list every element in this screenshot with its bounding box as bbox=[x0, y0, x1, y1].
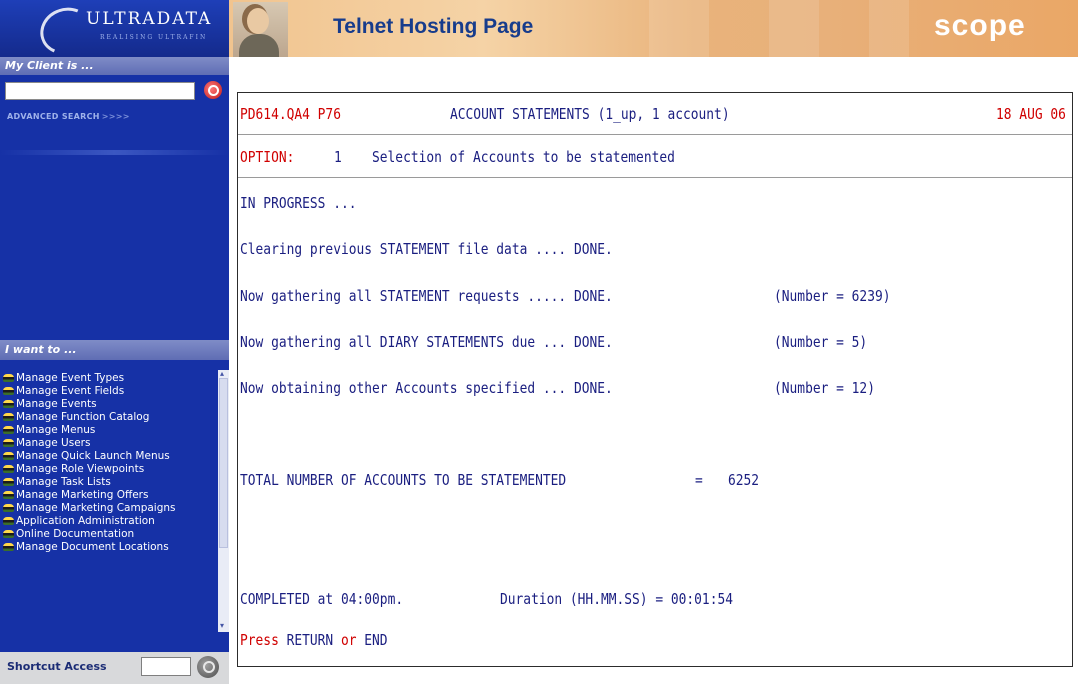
press-return-prompt[interactable]: Press RETURN or END bbox=[240, 631, 388, 649]
shortcut-input[interactable] bbox=[141, 657, 191, 676]
step-clearing: Clearing previous STATEMENT file data ..… bbox=[240, 240, 613, 258]
menu-item-manage-marketing-offers[interactable]: Manage Marketing Offers bbox=[0, 490, 218, 500]
or-word: or bbox=[340, 631, 357, 649]
press-word: Press bbox=[240, 631, 279, 649]
menu-item-manage-document-locations[interactable]: Manage Document Locations bbox=[0, 542, 218, 552]
diary-statements-count: (Number = 5) bbox=[774, 333, 868, 351]
logo-tagline: REALISING ULTRAFIN bbox=[100, 34, 208, 41]
hat-icon bbox=[3, 478, 14, 486]
banner-stripe bbox=[869, 0, 909, 57]
hat-icon bbox=[3, 400, 14, 408]
scroll-up-icon[interactable]: ▴ bbox=[220, 370, 227, 378]
menu-item-label: Manage Marketing Campaigns bbox=[16, 502, 176, 514]
menu-item-manage-event-fields[interactable]: Manage Event Fields bbox=[0, 386, 218, 396]
hat-icon bbox=[3, 387, 14, 395]
avatar bbox=[233, 2, 288, 57]
menu-item-label: Manage Role Viewpoints bbox=[16, 463, 145, 475]
menu-item-label: Manage Marketing Offers bbox=[16, 489, 149, 501]
menu-item-manage-events[interactable]: Manage Events bbox=[0, 399, 218, 409]
menu-item-manage-quick-launch-menus[interactable]: Manage Quick Launch Menus bbox=[0, 451, 218, 461]
terminal-divider bbox=[238, 177, 1072, 178]
chevron-right-icon: >>>> bbox=[101, 112, 130, 121]
menu-item-label: Application Administration bbox=[16, 515, 155, 527]
hat-icon bbox=[3, 426, 14, 434]
menu-item-label: Manage Task Lists bbox=[16, 476, 111, 488]
shortcut-label: Shortcut Access bbox=[7, 660, 107, 673]
client-section-header: My Client is ... bbox=[0, 57, 229, 75]
sidebar-divider bbox=[0, 150, 229, 155]
menu-item-manage-event-types[interactable]: Manage Event Types bbox=[0, 373, 218, 383]
telnet-terminal[interactable]: PD614.QA4 P76 ACCOUNT STATEMENTS (1_up, … bbox=[237, 92, 1073, 667]
menu-item-application-administration[interactable]: Application Administration bbox=[0, 516, 218, 526]
client-search-input[interactable] bbox=[5, 82, 195, 100]
logo-text: ULTRADATA bbox=[86, 9, 213, 29]
menu-item-manage-menus[interactable]: Manage Menus bbox=[0, 425, 218, 435]
hat-icon bbox=[3, 543, 14, 551]
hat-icon bbox=[3, 439, 14, 447]
menu-item-manage-function-catalog[interactable]: Manage Function Catalog bbox=[0, 412, 218, 422]
return-key: RETURN bbox=[286, 631, 334, 649]
menu-item-label: Manage Events bbox=[16, 398, 97, 410]
status-in-progress: IN PROGRESS ... bbox=[240, 194, 357, 212]
menu-item-label: Manage Users bbox=[16, 437, 91, 449]
screen-date: 18 AUG 06 bbox=[996, 105, 1066, 123]
total-accounts-value: 6252 bbox=[728, 471, 760, 489]
shortcut-bar: Shortcut Access bbox=[0, 652, 229, 684]
duration: Duration (HH.MM.SS) = 00:01:54 bbox=[500, 590, 734, 608]
end-key: END bbox=[364, 631, 388, 649]
menu-item-manage-marketing-campaigns[interactable]: Manage Marketing Campaigns bbox=[0, 503, 218, 513]
hat-icon bbox=[3, 530, 14, 538]
hat-icon bbox=[3, 452, 14, 460]
search-icon[interactable] bbox=[204, 81, 222, 99]
option-text: Selection of Accounts to be statemented bbox=[372, 148, 675, 166]
task-menu: Manage Event Types Manage Event Fields M… bbox=[0, 373, 218, 633]
terminal-divider bbox=[238, 134, 1072, 135]
iwant-section-header: I want to ... bbox=[0, 340, 229, 360]
program-id: PD614.QA4 P76 bbox=[240, 105, 341, 123]
menu-item-label: Online Documentation bbox=[16, 528, 135, 540]
advanced-search-link[interactable]: ADVANCED SEARCH >>>> bbox=[7, 112, 130, 121]
menu-scrollbar[interactable]: ▴ ▾ bbox=[218, 370, 229, 632]
page-title: Telnet Hosting Page bbox=[333, 15, 534, 38]
hat-icon bbox=[3, 413, 14, 421]
step-diary-statements: Now gathering all DIARY STATEMENTS due .… bbox=[240, 333, 613, 351]
menu-item-online-documentation[interactable]: Online Documentation bbox=[0, 529, 218, 539]
menu-item-manage-role-viewpoints[interactable]: Manage Role Viewpoints bbox=[0, 464, 218, 474]
other-accounts-count: (Number = 12) bbox=[774, 379, 875, 397]
menu-item-manage-task-lists[interactable]: Manage Task Lists bbox=[0, 477, 218, 487]
menu-item-label: Manage Event Fields bbox=[16, 385, 125, 397]
sidebar: ULTRADATA REALISING ULTRAFIN My Client i… bbox=[0, 0, 229, 684]
completed-time: COMPLETED at 04:00pm. bbox=[240, 590, 404, 608]
banner-stripe bbox=[769, 0, 819, 57]
screen-title: ACCOUNT STATEMENTS (1_up, 1 account) bbox=[450, 105, 730, 123]
banner-stripe bbox=[649, 0, 709, 57]
header-banner: Telnet Hosting Page scope bbox=[229, 0, 1078, 57]
scroll-down-icon[interactable]: ▾ bbox=[220, 622, 227, 630]
hat-icon bbox=[3, 374, 14, 382]
hat-icon bbox=[3, 504, 14, 512]
search-icon[interactable] bbox=[197, 656, 219, 678]
menu-item-label: Manage Menus bbox=[16, 424, 96, 436]
step-other-accounts: Now obtaining other Accounts specified .… bbox=[240, 379, 613, 397]
option-number: 1 bbox=[334, 148, 342, 166]
ultradata-logo: ULTRADATA REALISING ULTRAFIN bbox=[0, 0, 229, 62]
advanced-search-label: ADVANCED SEARCH bbox=[7, 112, 100, 121]
hat-icon bbox=[3, 491, 14, 499]
menu-item-label: Manage Function Catalog bbox=[16, 411, 150, 423]
hat-icon bbox=[3, 465, 14, 473]
statement-requests-count: (Number = 6239) bbox=[774, 287, 891, 305]
total-accounts-equals: = bbox=[695, 471, 703, 489]
total-accounts-label: TOTAL NUMBER OF ACCOUNTS TO BE STATEMENT… bbox=[240, 471, 567, 489]
menu-item-label: Manage Event Types bbox=[16, 372, 125, 384]
menu-item-label: Manage Document Locations bbox=[16, 541, 169, 553]
hat-icon bbox=[3, 517, 14, 525]
scope-logo: scope bbox=[934, 9, 1026, 42]
menu-item-manage-users[interactable]: Manage Users bbox=[0, 438, 218, 448]
step-statement-requests: Now gathering all STATEMENT requests ...… bbox=[240, 287, 613, 305]
option-label: OPTION: bbox=[240, 148, 295, 166]
menu-item-label: Manage Quick Launch Menus bbox=[16, 450, 170, 462]
scrollbar-thumb[interactable] bbox=[219, 378, 228, 548]
